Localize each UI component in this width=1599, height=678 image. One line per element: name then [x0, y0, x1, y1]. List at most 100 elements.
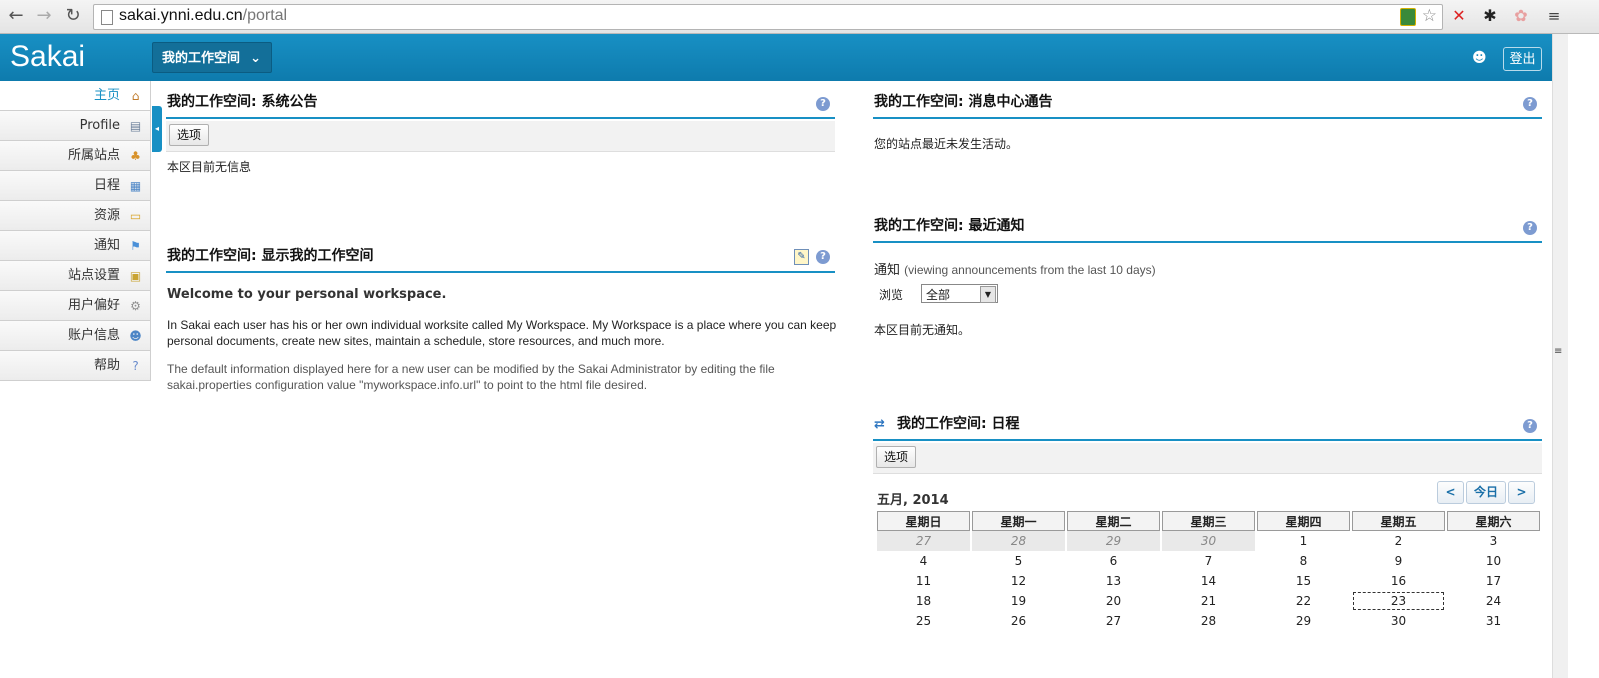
help-icon[interactable]: ?	[1523, 419, 1537, 433]
calendar-day[interactable]: 10	[1447, 551, 1540, 571]
address-bar[interactable]: sakai.ynni.edu.cn/portal ☆	[93, 4, 1443, 30]
calendar-day[interactable]: 25	[877, 611, 970, 631]
dropdown-arrow-icon[interactable]: ▼	[980, 286, 996, 303]
calendar-day[interactable]: 29	[1257, 611, 1350, 631]
weekday-header: 星期日	[877, 511, 970, 531]
tool-menu: 主页 ⌂ Profile ▤ 所属站点 ♣ 日程 ▦ 资源 ▭ 通知 ⚑ 站点设置 ▣ 用户偏好 ⚙ 账户信息 ☻…	[0, 81, 151, 381]
calendar-day[interactable]: 29	[1067, 531, 1160, 551]
calendar-week-row: 4 5 6 7 8 9 10	[877, 551, 1540, 571]
calendar-day[interactable]: 30	[1352, 611, 1445, 631]
url-text[interactable]: sakai.ynni.edu.cn/portal	[119, 7, 287, 25]
calendar-week-row: 27 28 29 30 1 2 3	[877, 531, 1540, 551]
calendar-day[interactable]: 31	[1447, 611, 1540, 631]
shield-icon[interactable]	[1400, 8, 1416, 26]
help-icon[interactable]: ?	[1523, 97, 1537, 111]
calendar-day[interactable]: 12	[972, 571, 1065, 591]
schedule-toolbar	[873, 443, 1542, 474]
calendar-day[interactable]: 4	[877, 551, 970, 571]
calendar-day[interactable]: 23	[1352, 591, 1445, 611]
sidebar-item-6[interactable]: 站点设置 ▣	[0, 261, 151, 291]
calendar-day[interactable]: 20	[1067, 591, 1160, 611]
message-center-text: 您的站点最近未发生活动。	[874, 137, 1019, 151]
sidebar-item-9[interactable]: 帮助?	[0, 351, 151, 381]
calendar-day[interactable]: 5	[972, 551, 1065, 571]
help-icon: ?	[132, 359, 139, 373]
prev-month-button[interactable]: <	[1437, 481, 1464, 504]
edit-icon[interactable]: ✎	[794, 249, 809, 265]
workspace-dropdown-button[interactable]: 我的工作空间 ⌄	[152, 42, 272, 73]
welcome-heading: Welcome to your personal workspace.	[167, 287, 447, 302]
calendar-icon: ▦	[129, 179, 142, 193]
calendar-day[interactable]: 27	[877, 531, 970, 551]
sidebar-item-4[interactable]: 资源 ▭	[0, 201, 151, 231]
calendar-day[interactable]: 28	[972, 531, 1065, 551]
options-button[interactable]: 选项	[169, 124, 210, 146]
sakai-logo[interactable]: Sakai	[10, 40, 85, 74]
calendar-day[interactable]: 2	[1352, 531, 1445, 551]
sidebar-item-7[interactable]: 用户偏好 ⚙	[0, 291, 151, 321]
forward-icon[interactable]: →	[33, 6, 55, 26]
calendar-day[interactable]: 9	[1352, 551, 1445, 571]
calendar-day[interactable]: 24	[1447, 591, 1540, 611]
help-icon[interactable]: ?	[816, 250, 830, 264]
logout-button[interactable]: 登出	[1503, 47, 1542, 71]
portal-header: Sakai 我的工作空间 ⌄ ☻ 登出	[0, 34, 1552, 81]
today-button[interactable]: 今日	[1466, 481, 1506, 504]
system-notice-empty: 本区目前无信息	[167, 160, 252, 174]
browse-select[interactable]: 全部 ▼	[921, 284, 998, 303]
sidebar-item-0[interactable]: 主页 ⌂	[0, 81, 151, 111]
calendar-day[interactable]: 8	[1257, 551, 1350, 571]
extension-spider-icon[interactable]: ✱	[1480, 6, 1500, 26]
calendar-day[interactable]: 7	[1162, 551, 1255, 571]
help-icon[interactable]: ?	[816, 97, 830, 111]
extension-flower-icon[interactable]: ✿	[1511, 6, 1531, 26]
options-button[interactable]: 选项	[876, 446, 917, 468]
sidebar-item-3[interactable]: 日程 ▦	[0, 171, 151, 201]
menu-icon[interactable]: ≡	[1544, 6, 1564, 26]
chevron-down-icon: ⌄	[250, 51, 261, 66]
calendar-day[interactable]: 28	[1162, 611, 1255, 631]
calendar-day[interactable]: 27	[1067, 611, 1160, 631]
sidebar-item-5[interactable]: 通知 ⚑	[0, 231, 151, 261]
system-notice-toolbar	[166, 121, 835, 152]
help-icon[interactable]: ?	[1523, 221, 1537, 235]
calendar-day[interactable]: 18	[877, 591, 970, 611]
sidebar-item-label: Profile	[79, 118, 120, 133]
calendar-day[interactable]: 30	[1162, 531, 1255, 551]
calendar-day[interactable]: 15	[1257, 571, 1350, 591]
calendar-month: 五月, 2014	[877, 493, 949, 508]
calendar-day[interactable]: 26	[972, 611, 1065, 631]
sidebar-item-1[interactable]: Profile ▤	[0, 111, 151, 141]
folder-icon: ▭	[129, 209, 142, 223]
calendar-day[interactable]: 6	[1067, 551, 1160, 571]
user-icon[interactable]: ☻	[1472, 50, 1490, 68]
reload-icon[interactable]: ↻	[62, 6, 84, 26]
calendar-week-row: 25 26 27 28 29 30 31	[877, 611, 1540, 631]
calendar-day[interactable]: 22	[1257, 591, 1350, 611]
extension-x-icon[interactable]: ✕	[1449, 6, 1469, 26]
calendar-day[interactable]: 16	[1352, 571, 1445, 591]
calendar-day[interactable]: 19	[972, 591, 1065, 611]
workspace-info-title: 我的工作空间: 显示我的工作空间	[166, 245, 835, 273]
calendar-day[interactable]: 14	[1162, 571, 1255, 591]
sidebar-item-2[interactable]: 所属站点 ♣	[0, 141, 151, 171]
site-settings-icon: ▣	[129, 269, 142, 283]
sidebar-item-8[interactable]: 账户信息 ☻	[0, 321, 151, 351]
collapse-sidebar-toggle[interactable]: ◂	[152, 106, 162, 152]
bookmark-star-icon[interactable]: ☆	[1422, 6, 1437, 26]
sidebar-item-label: 站点设置	[67, 268, 120, 283]
announcements-label: 通知 (viewing announcements from the last …	[874, 263, 1156, 278]
calendar-day[interactable]: 11	[877, 571, 970, 591]
calendar-day[interactable]: 3	[1447, 531, 1540, 551]
back-icon[interactable]: ←	[5, 6, 27, 26]
calendar-day[interactable]: 13	[1067, 571, 1160, 591]
sidebar-item-label: 日程	[93, 178, 120, 193]
scrollbar-grip[interactable]: ≡	[1554, 347, 1564, 362]
refresh-icon[interactable]: ⇄	[874, 417, 885, 432]
announcements-empty: 本区目前无通知。	[874, 323, 971, 337]
calendar-day[interactable]: 17	[1447, 571, 1540, 591]
next-month-button[interactable]: >	[1508, 481, 1535, 504]
calendar-day[interactable]: 1	[1257, 531, 1350, 551]
sidebar-item-label: 用户偏好	[67, 298, 120, 313]
calendar-day[interactable]: 21	[1162, 591, 1255, 611]
